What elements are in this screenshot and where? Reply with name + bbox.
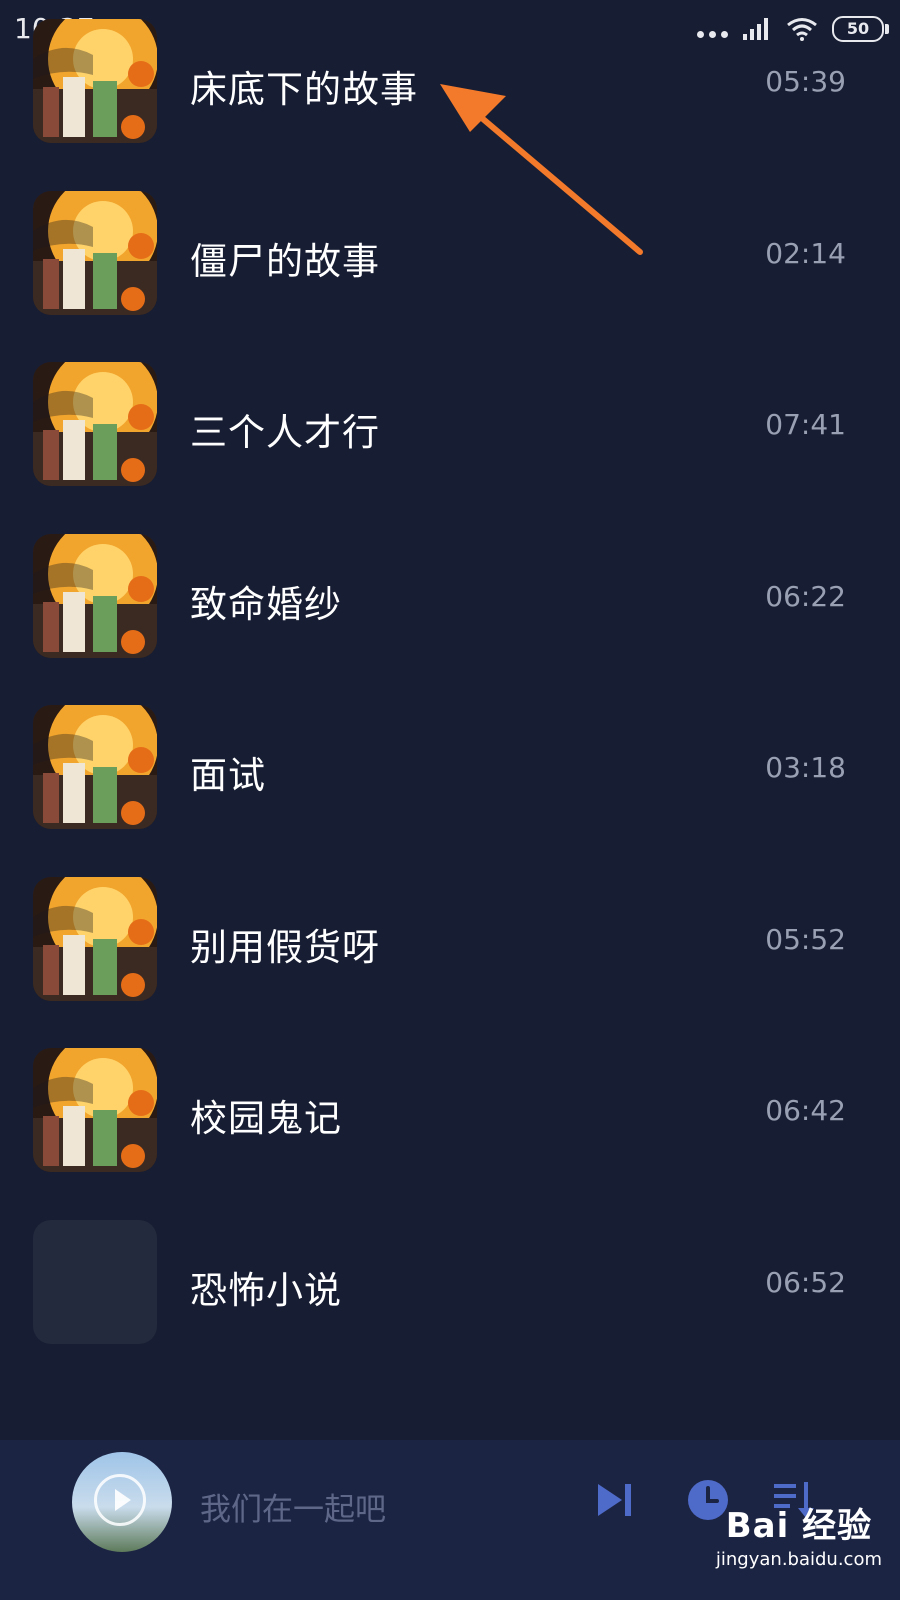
watermark-logo: Bai 经验: [725, 1506, 873, 1546]
track-duration: 06:42: [765, 1094, 846, 1127]
now-playing-cover[interactable]: [72, 1452, 172, 1552]
annotation-arrow-icon: [440, 84, 643, 255]
track-duration: 02:14: [765, 236, 846, 270]
track-duration: 03:18: [765, 751, 846, 784]
track-cover: [33, 705, 157, 829]
track-duration: 06:22: [765, 579, 846, 613]
track-duration: 07:41: [765, 408, 846, 441]
album-cover-art: [33, 190, 157, 315]
track-duration: 05:52: [765, 922, 846, 956]
baidu-watermark: Bai 经验 jingyan.baidu.com: [716, 1498, 882, 1570]
watermark-url: jingyan.baidu.com: [715, 1549, 882, 1570]
track-title: 恐怖小说: [190, 1268, 342, 1312]
track-duration: 06:52: [765, 1265, 846, 1299]
track-title: 床底下的故事: [190, 68, 418, 111]
track-row[interactable]: 面试 03:18: [0, 685, 900, 860]
track-row[interactable]: 三个人才行 07:41: [0, 342, 900, 517]
track-title: 别用假货呀: [190, 925, 380, 969]
track-duration: 05:39: [765, 65, 846, 98]
album-cover-art: [33, 705, 157, 829]
play-icon[interactable]: [94, 1474, 146, 1526]
track-cover: [33, 876, 157, 1001]
mini-player[interactable]: 我们在一起吧 Bai 经验 jingyan.baidu.com: [0, 1440, 900, 1600]
track-title: 僵尸的故事: [190, 239, 380, 283]
track-row[interactable]: 恐怖小说 06:52: [0, 1200, 900, 1375]
album-cover-art: [33, 876, 157, 1001]
track-cover: [33, 362, 157, 486]
track-cover: [33, 190, 157, 315]
track-cover: [33, 19, 157, 143]
track-cover: [33, 1219, 157, 1344]
track-row[interactable]: 别用假货呀 05:52: [0, 857, 900, 1032]
album-cover-art: [33, 362, 157, 486]
album-cover-art: [33, 19, 157, 143]
album-cover-art: [33, 1048, 157, 1172]
album-cover-art: [33, 533, 157, 658]
track-cover: [33, 1048, 157, 1172]
track-title: 致命婚纱: [190, 582, 342, 626]
now-playing-title[interactable]: 我们在一起吧: [200, 1484, 386, 1529]
track-title: 校园鬼记: [190, 1097, 342, 1140]
track-title: 面试: [190, 754, 266, 797]
track-title: 三个人才行: [190, 411, 380, 454]
next-icon[interactable]: [592, 1476, 640, 1524]
track-row[interactable]: 致命婚纱 06:22: [0, 514, 900, 689]
track-row[interactable]: 校园鬼记 06:42: [0, 1028, 900, 1203]
track-cover: [33, 533, 157, 658]
